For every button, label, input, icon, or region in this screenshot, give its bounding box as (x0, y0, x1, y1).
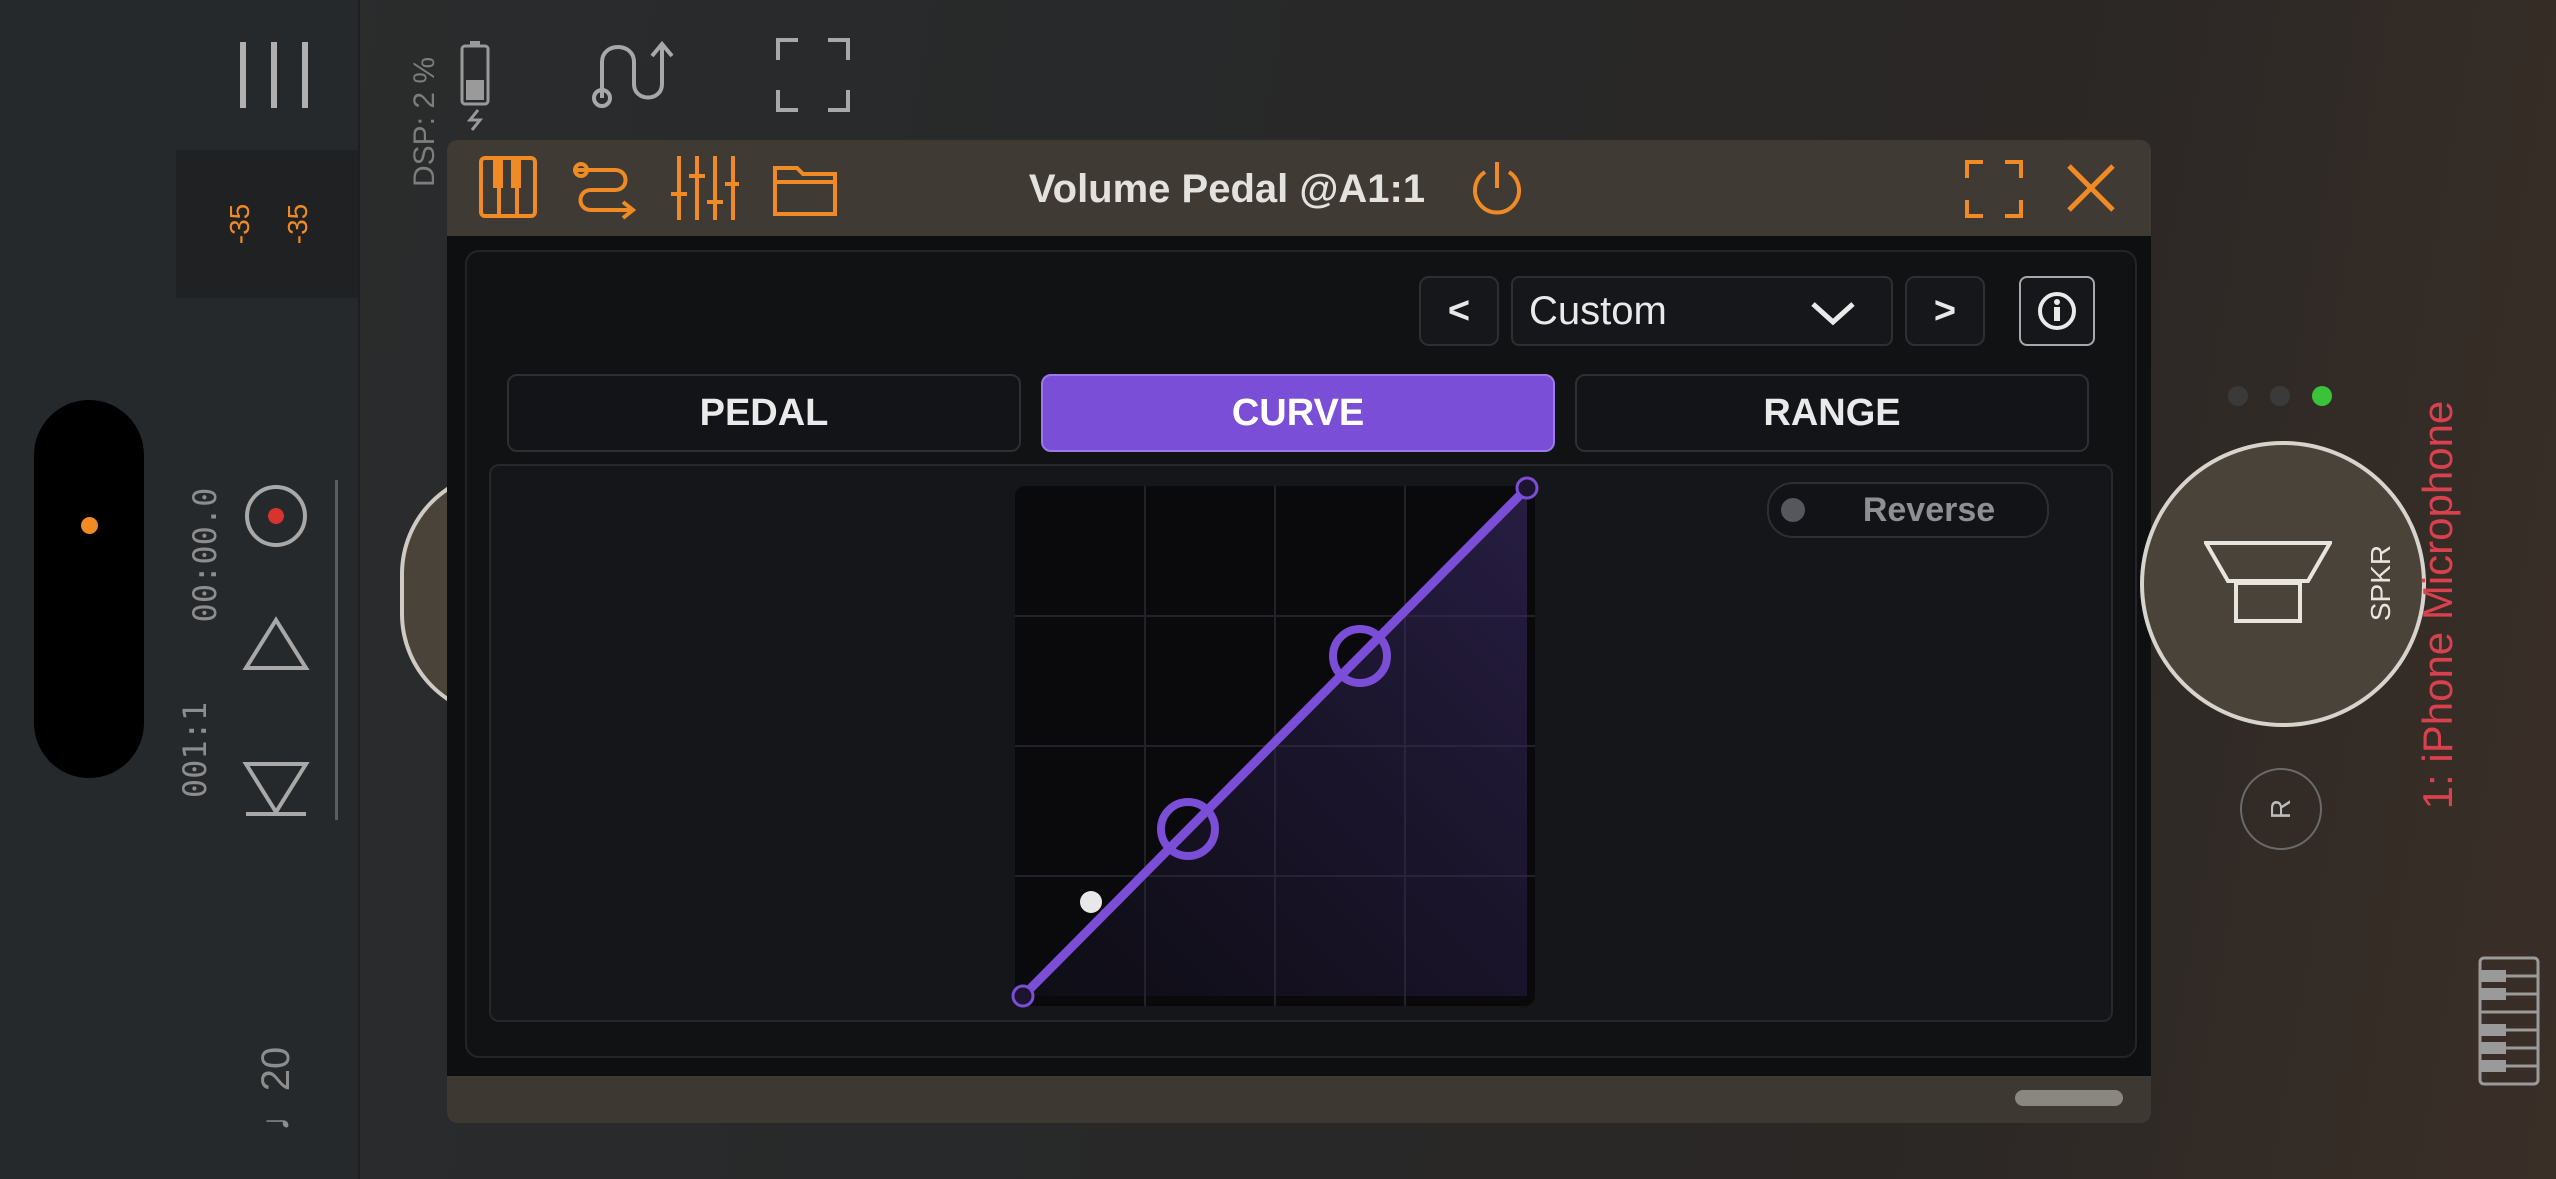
r-button[interactable]: R (2240, 768, 2322, 850)
plugin-window: Volume Pedal @A1:1 < Custom > PEDAL CURV… (447, 140, 2151, 1123)
tab-curve[interactable]: CURVE (1041, 374, 1555, 452)
output-knob[interactable]: SPKR (2140, 441, 2426, 727)
mixer-icon[interactable] (671, 154, 739, 222)
curve-graph[interactable] (1005, 476, 1545, 1016)
scrub-indicator (81, 517, 98, 534)
up-triangle-icon[interactable] (242, 616, 310, 672)
curve-endpoint-end[interactable] (1515, 476, 1539, 500)
info-button[interactable] (2019, 276, 2095, 346)
plugin-panel: < Custom > PEDAL CURVE RANGE Reverse (465, 250, 2137, 1058)
track-name: 1: iPhone Microphone (2414, 400, 2461, 810)
preset-value: Custom (1529, 289, 1667, 333)
output-label: SPKR (2365, 544, 2396, 622)
position-display: 001:1 (176, 701, 214, 799)
reverse-toggle[interactable]: Reverse (1767, 482, 2049, 538)
speaker-icon (2204, 541, 2332, 623)
curve-panel: Reverse (489, 464, 2113, 1022)
wires-icon[interactable] (571, 156, 637, 222)
tab-pedal[interactable]: PEDAL (507, 374, 1021, 452)
routing-icon[interactable] (590, 36, 680, 110)
battery-icon (460, 41, 490, 131)
keyboard-icon[interactable] (479, 156, 539, 220)
pedal-position-marker (1080, 891, 1102, 913)
info-icon (2038, 292, 2076, 330)
meter-left-value: -35 (224, 203, 255, 245)
plugin-titlebar: Volume Pedal @A1:1 (447, 140, 2151, 236)
transport-scrub-pill[interactable] (34, 400, 144, 778)
record-icon[interactable] (243, 483, 309, 549)
curve-endpoint-start[interactable] (1011, 984, 1035, 1008)
dsp-label: DSP: 2 % (408, 56, 441, 187)
down-triangle-icon[interactable] (242, 758, 310, 818)
page-dot-2 (2270, 386, 2290, 406)
menu-icon[interactable] (236, 40, 312, 110)
piano-icon[interactable] (2478, 956, 2540, 1086)
chevron-down-icon (1811, 302, 1855, 326)
preset-select[interactable]: Custom (1511, 276, 1893, 346)
folder-icon[interactable] (773, 160, 839, 218)
reverse-label: Reverse (1862, 491, 1996, 529)
tab-range[interactable]: RANGE (1575, 374, 2089, 452)
close-icon[interactable] (2065, 162, 2117, 214)
plugin-footer (447, 1076, 2151, 1123)
expand-icon[interactable] (1965, 160, 2023, 218)
meter-right-value: -35 (282, 203, 313, 245)
power-icon[interactable] (1467, 158, 1527, 218)
toggle-knob (1781, 498, 1805, 522)
divider (335, 480, 338, 820)
resize-handle[interactable] (2015, 1090, 2123, 1106)
level-meter: -35 -35 (176, 150, 358, 298)
prev-preset-button[interactable]: < (1419, 276, 1499, 346)
page-dot-1 (2228, 386, 2248, 406)
next-preset-button[interactable]: > (1905, 276, 1985, 346)
fullscreen-icon[interactable] (776, 38, 850, 112)
page-dot-3-active (2312, 386, 2332, 406)
tempo-display[interactable]: ♩20 (251, 1029, 301, 1149)
time-display: 00:00.0 (186, 487, 224, 623)
left-sidebar: -35 -35 00:00.0 001:1 ♩20 (0, 0, 360, 1179)
plugin-title: Volume Pedal @A1:1 (1028, 167, 1426, 211)
